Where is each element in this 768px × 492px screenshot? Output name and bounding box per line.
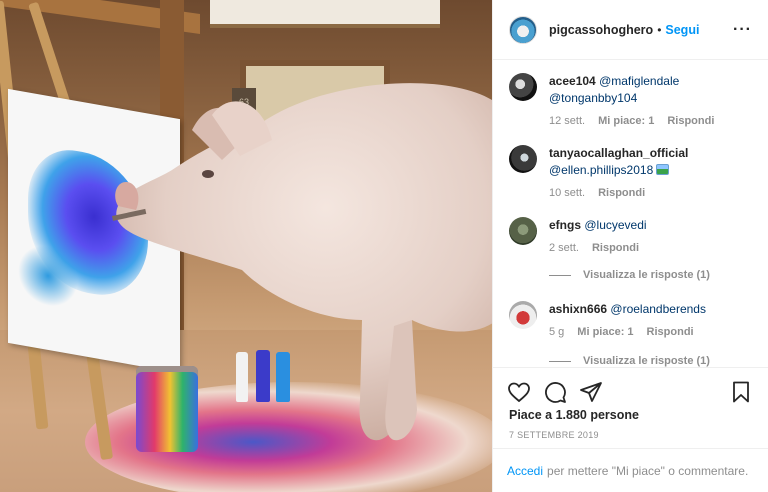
comment-username[interactable]: ashixn666 [549, 302, 607, 316]
view-replies-label: Visualizza le risposte (1) [583, 269, 710, 281]
comment-time: 12 sett. [549, 115, 586, 127]
login-link[interactable]: Accedi [507, 464, 543, 478]
comment-likes[interactable]: Mi piace: 1 [598, 115, 654, 127]
comment-mentions[interactable]: @roelandberends [610, 302, 706, 316]
avatar[interactable] [509, 217, 537, 245]
share-icon[interactable] [579, 380, 603, 404]
comment-item: efngs @lucyevedi 2 sett. Rispondi [509, 217, 759, 254]
post-date: 7 SETTEMBRE 2019 [509, 430, 599, 440]
separator-dot: • [657, 22, 662, 37]
comment-username[interactable]: tanyaocallaghan_official [549, 146, 688, 160]
comment-mentions[interactable]: @lucyevedi [584, 218, 646, 232]
comments-list[interactable]: acee104 @mafiglendale @tonganbby104 12 s… [493, 61, 768, 367]
comment-item: ashixn666 @roelandberends 5 g Mi piace: … [509, 301, 759, 338]
paint-bucket [136, 366, 198, 452]
reply-button[interactable]: Rispondi [667, 115, 714, 127]
comment-username[interactable]: acee104 [549, 74, 596, 88]
reply-button[interactable]: Rispondi [592, 242, 639, 254]
login-prompt-text: per mettere "Mi piace" o commentare. [547, 463, 749, 478]
comment-time: 5 g [549, 326, 565, 338]
reply-divider [549, 360, 571, 362]
avatar[interactable] [509, 15, 537, 44]
bookmark-icon[interactable] [729, 380, 753, 404]
avatar[interactable] [509, 73, 537, 101]
follow-button[interactable]: Segui [665, 23, 699, 37]
reply-button[interactable]: Rispondi [647, 326, 694, 338]
instagram-post: 63 pigcassohoghero • Segui ··· acee104 @… [0, 0, 768, 492]
post-header: pigcassohoghero • Segui ··· [493, 0, 768, 60]
comment-mentions[interactable]: @ellen.phillips2018 [549, 163, 653, 177]
comment-likes[interactable]: Mi piace: 1 [577, 326, 633, 338]
view-replies-link[interactable]: Visualizza le risposte (1) [549, 355, 710, 367]
login-prompt: Accedi per mettere "Mi piace" o commenta… [493, 448, 768, 492]
comment-time: 2 sett. [549, 242, 579, 254]
paint-bottle-purple [256, 350, 270, 402]
view-replies-label: Visualizza le risposte (1) [583, 355, 710, 367]
reply-divider [549, 274, 571, 276]
more-icon[interactable]: ··· [733, 21, 752, 39]
paint-bottle-blue [276, 352, 290, 402]
comment-item: tanyaocallaghan_official @ellen.phillips… [509, 145, 759, 199]
likes-count[interactable]: Piace a 1.880 persone [493, 408, 768, 422]
post-actions: Piace a 1.880 persone 7 SETTEMBRE 2019 [493, 367, 768, 440]
comment-item: acee104 @mafiglendale @tonganbby104 12 s… [509, 73, 759, 127]
heart-icon[interactable] [507, 380, 531, 404]
post-photo[interactable]: 63 [0, 0, 492, 492]
paint-bottle-white [236, 352, 248, 402]
background-canvas [210, 0, 440, 28]
comment-username[interactable]: efngs [549, 218, 581, 232]
comment-icon[interactable] [543, 380, 567, 404]
comment-time: 10 sett. [549, 187, 586, 199]
post-username[interactable]: pigcassohoghero [549, 23, 653, 37]
post-sidebar: pigcassohoghero • Segui ··· acee104 @maf… [492, 0, 768, 492]
avatar[interactable] [509, 301, 537, 329]
view-replies-link[interactable]: Visualizza le risposte (1) [549, 269, 710, 281]
picture-emoji-icon [656, 164, 670, 175]
reply-button[interactable]: Rispondi [598, 187, 645, 199]
avatar[interactable] [509, 145, 537, 173]
